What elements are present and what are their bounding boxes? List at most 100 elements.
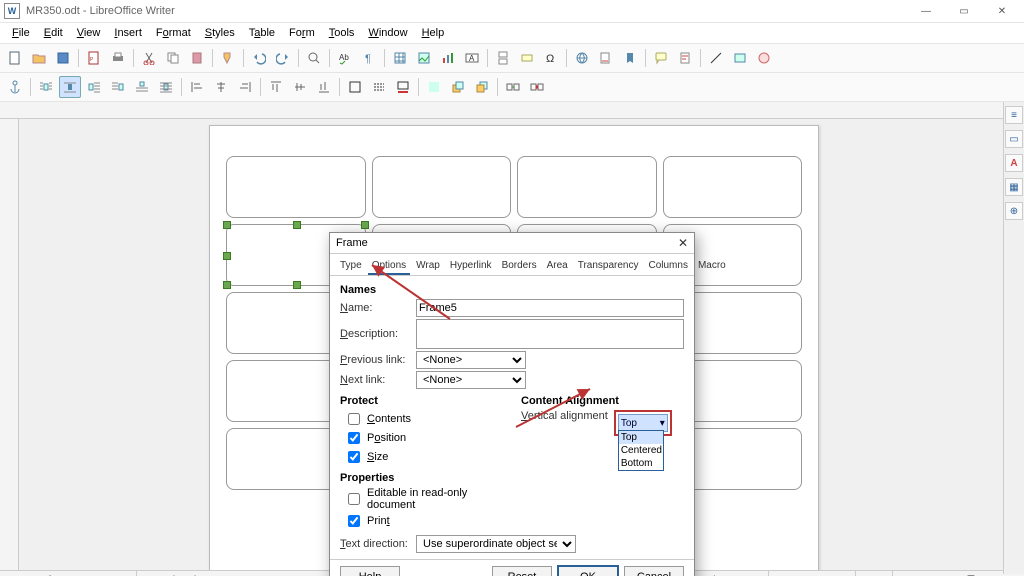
frame[interactable]: [663, 156, 803, 218]
frame[interactable]: [517, 156, 657, 218]
paste-icon[interactable]: [186, 47, 208, 69]
previous-link-select[interactable]: <None>: [416, 351, 526, 369]
track-changes-icon[interactable]: [674, 47, 696, 69]
tab-transparency[interactable]: Transparency: [574, 258, 643, 275]
menu-window[interactable]: Window: [362, 25, 413, 41]
print-icon[interactable]: [107, 47, 129, 69]
chart-icon[interactable]: [437, 47, 459, 69]
description-input[interactable]: [416, 319, 684, 349]
menu-view[interactable]: View: [71, 25, 107, 41]
frame[interactable]: [226, 156, 366, 218]
close-button[interactable]: ✕: [984, 2, 1020, 20]
spellcheck-icon[interactable]: Ab: [334, 47, 356, 69]
hyperlink-icon[interactable]: [571, 47, 593, 69]
area-style-icon[interactable]: [423, 76, 445, 98]
sidebar-styles-icon[interactable]: A: [1005, 154, 1023, 172]
copy-icon[interactable]: [162, 47, 184, 69]
horizontal-ruler[interactable]: [0, 102, 1024, 119]
tab-hyperlink[interactable]: Hyperlink: [446, 258, 496, 275]
menu-insert[interactable]: Insert: [108, 25, 148, 41]
bookmark-icon[interactable]: [619, 47, 641, 69]
protect-position-checkbox[interactable]: [348, 432, 360, 444]
line-icon[interactable]: [705, 47, 727, 69]
wrap-before-icon[interactable]: [107, 76, 129, 98]
cut-icon[interactable]: [138, 47, 160, 69]
tab-area[interactable]: Area: [543, 258, 572, 275]
menu-tools[interactable]: Tools: [323, 25, 361, 41]
valign-option-top[interactable]: Top: [619, 431, 663, 444]
align-bottom-icon[interactable]: [313, 76, 335, 98]
protect-size-checkbox[interactable]: [348, 451, 360, 463]
wrap-page-icon[interactable]: [59, 76, 81, 98]
new-icon[interactable]: [4, 47, 26, 69]
borders-icon[interactable]: [344, 76, 366, 98]
wrap-optimal-icon[interactable]: [83, 76, 105, 98]
save-icon[interactable]: [52, 47, 74, 69]
open-icon[interactable]: [28, 47, 50, 69]
align-right-icon[interactable]: [234, 76, 256, 98]
sidebar-navigator-icon[interactable]: ⊕: [1005, 202, 1023, 220]
border-color-icon[interactable]: [392, 76, 414, 98]
comment-icon[interactable]: [650, 47, 672, 69]
redo-icon[interactable]: [272, 47, 294, 69]
wrap-through-icon[interactable]: [155, 76, 177, 98]
tab-options[interactable]: Options: [368, 258, 410, 275]
frame[interactable]: [372, 156, 512, 218]
tab-type[interactable]: Type: [336, 258, 366, 275]
tab-borders[interactable]: Borders: [498, 258, 541, 275]
clone-format-icon[interactable]: [217, 47, 239, 69]
menu-table[interactable]: Table: [243, 25, 281, 41]
page-break-icon[interactable]: [492, 47, 514, 69]
align-center-h-icon[interactable]: [210, 76, 232, 98]
menu-edit[interactable]: Edit: [38, 25, 69, 41]
menu-file[interactable]: File: [6, 25, 36, 41]
menu-form[interactable]: Form: [283, 25, 321, 41]
sidebar-properties-icon[interactable]: ≡: [1005, 106, 1023, 124]
next-link-select[interactable]: <None>: [416, 371, 526, 389]
text-direction-select[interactable]: Use superordinate object settings: [416, 535, 576, 553]
bring-front-icon[interactable]: [447, 76, 469, 98]
menu-help[interactable]: Help: [416, 25, 451, 41]
align-top-icon[interactable]: [265, 76, 287, 98]
field-icon[interactable]: [516, 47, 538, 69]
undo-icon[interactable]: [248, 47, 270, 69]
anchor-icon[interactable]: [4, 76, 26, 98]
protect-contents-checkbox[interactable]: [348, 413, 360, 425]
valign-option-bottom[interactable]: Bottom: [619, 457, 663, 470]
help-button[interactable]: Help: [340, 566, 400, 576]
unlink-frames-icon[interactable]: [526, 76, 548, 98]
tab-macro[interactable]: Macro: [694, 258, 730, 275]
name-input[interactable]: [416, 299, 684, 317]
tab-wrap[interactable]: Wrap: [412, 258, 444, 275]
sidebar-page-icon[interactable]: ▭: [1005, 130, 1023, 148]
editable-readonly-checkbox[interactable]: [348, 493, 360, 505]
border-style-icon[interactable]: [368, 76, 390, 98]
link-frames-icon[interactable]: [502, 76, 524, 98]
tab-columns[interactable]: Columns: [644, 258, 691, 275]
send-back-icon[interactable]: [471, 76, 493, 98]
maximize-button[interactable]: ▭: [946, 2, 982, 20]
dialog-close-icon[interactable]: ✕: [678, 236, 688, 250]
export-pdf-icon[interactable]: P: [83, 47, 105, 69]
menu-styles[interactable]: Styles: [199, 25, 241, 41]
wrap-after-icon[interactable]: [131, 76, 153, 98]
valign-option-centered[interactable]: Centered: [619, 444, 663, 457]
basic-shapes-icon[interactable]: [729, 47, 751, 69]
print-checkbox[interactable]: [348, 515, 360, 527]
vertical-ruler[interactable]: [0, 119, 19, 570]
ok-button[interactable]: OK: [558, 566, 618, 576]
draw-functions-icon[interactable]: [753, 47, 775, 69]
sidebar-gallery-icon[interactable]: ▦: [1005, 178, 1023, 196]
reset-button[interactable]: Reset: [492, 566, 552, 576]
cancel-button[interactable]: Cancel: [624, 566, 684, 576]
status-view-icon[interactable]: ▭: [856, 571, 893, 576]
align-center-v-icon[interactable]: [289, 76, 311, 98]
nonprinting-icon[interactable]: ¶: [358, 47, 380, 69]
menu-format[interactable]: Format: [150, 25, 197, 41]
wrap-off-icon[interactable]: [35, 76, 57, 98]
table-icon[interactable]: [389, 47, 411, 69]
status-page[interactable]: Page 1 of 1: [0, 571, 137, 576]
find-icon[interactable]: [303, 47, 325, 69]
textbox-icon[interactable]: A: [461, 47, 483, 69]
align-left-icon[interactable]: [186, 76, 208, 98]
